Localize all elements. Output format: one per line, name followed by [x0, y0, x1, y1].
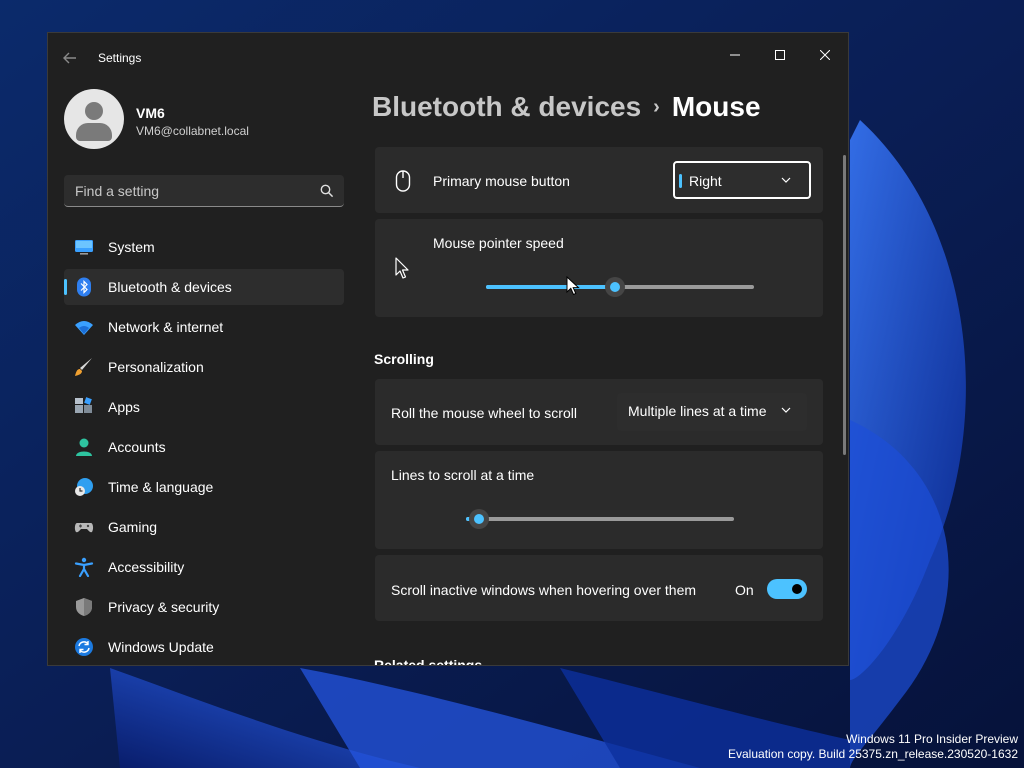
pointer-icon: [395, 257, 409, 279]
lines-to-scroll-label: Lines to scroll at a time: [391, 467, 535, 483]
content-scrollbar[interactable]: [843, 155, 846, 455]
sidebar-item-label: Gaming: [108, 519, 158, 535]
shield-icon: [76, 598, 92, 616]
sidebar-item-network[interactable]: Network & internet: [64, 309, 344, 345]
sidebar-nav: System Bluetooth & devices Network & int…: [64, 229, 344, 665]
sidebar-item-label: Network & internet: [108, 319, 224, 335]
chevron-down-icon: [781, 407, 791, 413]
sidebar-item-gaming[interactable]: Gaming: [64, 509, 344, 545]
scrolling-section-header: Scrolling: [374, 351, 434, 367]
accessibility-icon: [74, 557, 94, 577]
search-box[interactable]: Find a setting: [64, 175, 344, 207]
wifi-icon: [75, 321, 93, 335]
breadcrumb-parent[interactable]: Bluetooth & devices: [372, 91, 641, 122]
toggle-state-label: On: [735, 582, 754, 598]
avatar-body: [76, 123, 112, 141]
apps-icon: [75, 397, 92, 413]
back-button[interactable]: [62, 50, 82, 66]
watermark: Windows 11 Pro Insider Preview Evaluatio…: [728, 732, 1018, 762]
search-input[interactable]: Find a setting: [75, 183, 159, 199]
wheel-scroll-label: Roll the mouse wheel to scroll: [391, 405, 577, 421]
slider-thumb[interactable]: [604, 277, 625, 297]
primary-mouse-button-card: Primary mouse button Right: [375, 147, 823, 213]
app-title: Settings: [98, 51, 142, 65]
sidebar-item-label: Personalization: [108, 359, 204, 375]
dropdown-accent: [679, 174, 682, 188]
toggle-knob: [792, 584, 802, 594]
globe-clock-icon: [75, 478, 93, 496]
related-settings-header: Related settings: [374, 657, 483, 666]
avatar[interactable]: [64, 89, 124, 149]
sidebar-item-label: Privacy & security: [108, 599, 220, 615]
page-title: Mouse: [671, 91, 761, 122]
bluetooth-icon: [77, 277, 91, 297]
settings-window: Settings VM6 VM6@collabnet.local Find a …: [47, 32, 849, 666]
primary-mouse-button-label: Primary mouse button: [433, 173, 570, 189]
sidebar-item-label: Apps: [108, 399, 140, 415]
lines-to-scroll-card: Lines to scroll at a time: [375, 451, 823, 549]
sidebar-item-label: Bluetooth & devices: [108, 279, 232, 295]
watermark-line-1: Windows 11 Pro Insider Preview: [846, 732, 1018, 746]
chevron-down-icon: [781, 177, 791, 183]
sidebar-item-label: System: [108, 239, 155, 255]
scroll-inactive-toggle[interactable]: [767, 579, 807, 599]
mouse-pointer-speed-card: Mouse pointer speed: [375, 219, 823, 317]
mouse-icon: [395, 170, 411, 192]
back-arrow-icon: [63, 52, 76, 64]
sidebar-item-label: Time & language: [108, 479, 214, 495]
user-email: VM6@collabnet.local: [136, 124, 249, 138]
gamepad-icon: [74, 523, 94, 533]
avatar-head: [85, 102, 103, 120]
dropdown-value: Right: [689, 173, 722, 189]
sidebar-item-personalization[interactable]: Personalization: [64, 349, 344, 385]
breadcrumb: Bluetooth & devices › Mouse: [372, 91, 761, 123]
content-pane: Bluetooth & devices › Mouse Primary mouse …: [370, 33, 848, 666]
sidebar-item-apps[interactable]: Apps: [64, 389, 344, 425]
sidebar-item-windows-update[interactable]: Windows Update: [64, 629, 344, 665]
user-name: VM6: [136, 105, 165, 121]
wheel-scroll-dropdown[interactable]: Multiple lines at a time: [617, 393, 807, 431]
search-icon: [320, 184, 334, 198]
mouse-cursor-icon: [566, 276, 580, 296]
scroll-inactive-label: Scroll inactive windows when hovering ov…: [391, 582, 697, 598]
primary-mouse-button-dropdown[interactable]: Right: [673, 161, 811, 199]
pointer-speed-slider[interactable]: [486, 277, 754, 297]
system-icon: [75, 240, 93, 255]
mouse-pointer-speed-label: Mouse pointer speed: [433, 235, 564, 251]
brush-icon: [75, 358, 92, 376]
update-icon: [75, 638, 93, 656]
wheel-scroll-card: Roll the mouse wheel to scroll Multiple …: [375, 379, 823, 445]
accounts-icon: [76, 438, 92, 456]
sidebar-item-time-language[interactable]: Time & language: [64, 469, 344, 505]
watermark-line-2: Evaluation copy. Build 25375.zn_release.…: [728, 747, 1018, 761]
scroll-inactive-card: Scroll inactive windows when hovering ov…: [375, 555, 823, 621]
sidebar-item-label: Accessibility: [108, 559, 185, 575]
sidebar-item-accounts[interactable]: Accounts: [64, 429, 344, 465]
dropdown-value: Multiple lines at a time: [628, 403, 767, 419]
slider-thumb[interactable]: [469, 509, 490, 529]
sidebar-item-label: Windows Update: [108, 639, 214, 655]
sidebar-item-privacy-security[interactable]: Privacy & security: [64, 589, 344, 625]
sidebar-item-accessibility[interactable]: Accessibility: [64, 549, 344, 585]
slider-fill: [486, 285, 615, 289]
breadcrumb-separator: ›: [653, 96, 660, 118]
sidebar-item-label: Accounts: [108, 439, 166, 455]
sidebar-item-bluetooth[interactable]: Bluetooth & devices: [64, 269, 344, 305]
sidebar-item-system[interactable]: System: [64, 229, 344, 265]
lines-to-scroll-slider[interactable]: [466, 509, 734, 529]
